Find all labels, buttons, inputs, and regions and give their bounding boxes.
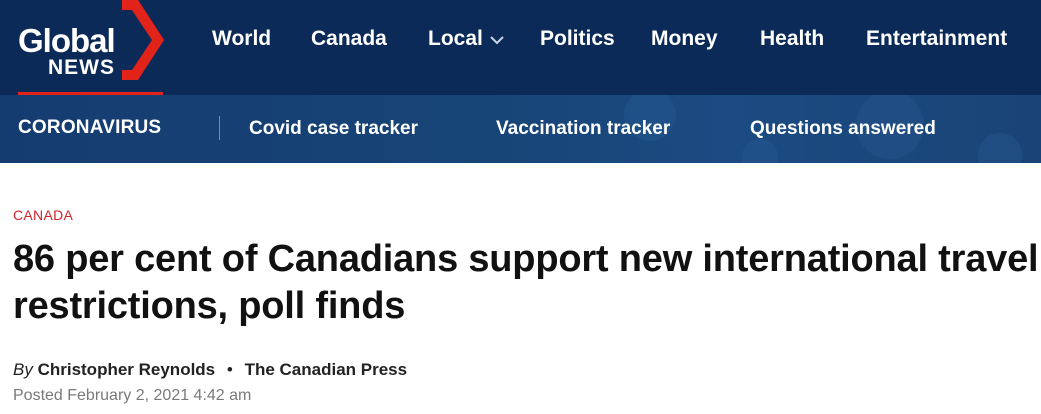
coronavirus-subnav: CORONAVIRUS Covid case tracker Vaccinati… (0, 95, 1041, 163)
coronavirus-section-link[interactable]: CORONAVIRUS (18, 117, 161, 139)
logo-wordmark-news: NEWS (48, 56, 115, 79)
logo-wordmark-global: Global (18, 22, 116, 59)
covid-case-tracker-link[interactable]: Covid case tracker (249, 118, 418, 140)
chevron-down-icon[interactable] (490, 35, 504, 45)
global-news-logo[interactable]: Global NEWS (18, 0, 166, 95)
questions-answered-link[interactable]: Questions answered (750, 118, 936, 140)
source-link[interactable]: The Canadian Press (245, 360, 408, 379)
logo-chevron-icon (122, 0, 164, 80)
article-category[interactable]: CANADA (13, 207, 73, 223)
nav-canada[interactable]: Canada (311, 27, 387, 51)
article-byline: By Christopher Reynolds • The Canadian P… (13, 360, 407, 380)
site-header: Global NEWS World Canada Local Politics … (0, 0, 1041, 95)
nav-world[interactable]: World (212, 27, 271, 51)
author-link[interactable]: Christopher Reynolds (38, 360, 216, 379)
nav-money[interactable]: Money (651, 27, 718, 51)
byline-prefix: By (13, 360, 38, 379)
nav-health[interactable]: Health (760, 27, 824, 51)
nav-entertainment[interactable]: Entertainment (866, 27, 1007, 51)
nav-politics[interactable]: Politics (540, 27, 615, 51)
byline-separator: • (226, 360, 233, 379)
nav-local[interactable]: Local (428, 27, 483, 51)
vaccination-tracker-link[interactable]: Vaccination tracker (496, 118, 670, 140)
subnav-divider (219, 116, 220, 140)
posted-timestamp: Posted February 2, 2021 4:42 am (13, 387, 252, 404)
article-headline: 86 per cent of Canadians support new int… (13, 238, 1039, 327)
